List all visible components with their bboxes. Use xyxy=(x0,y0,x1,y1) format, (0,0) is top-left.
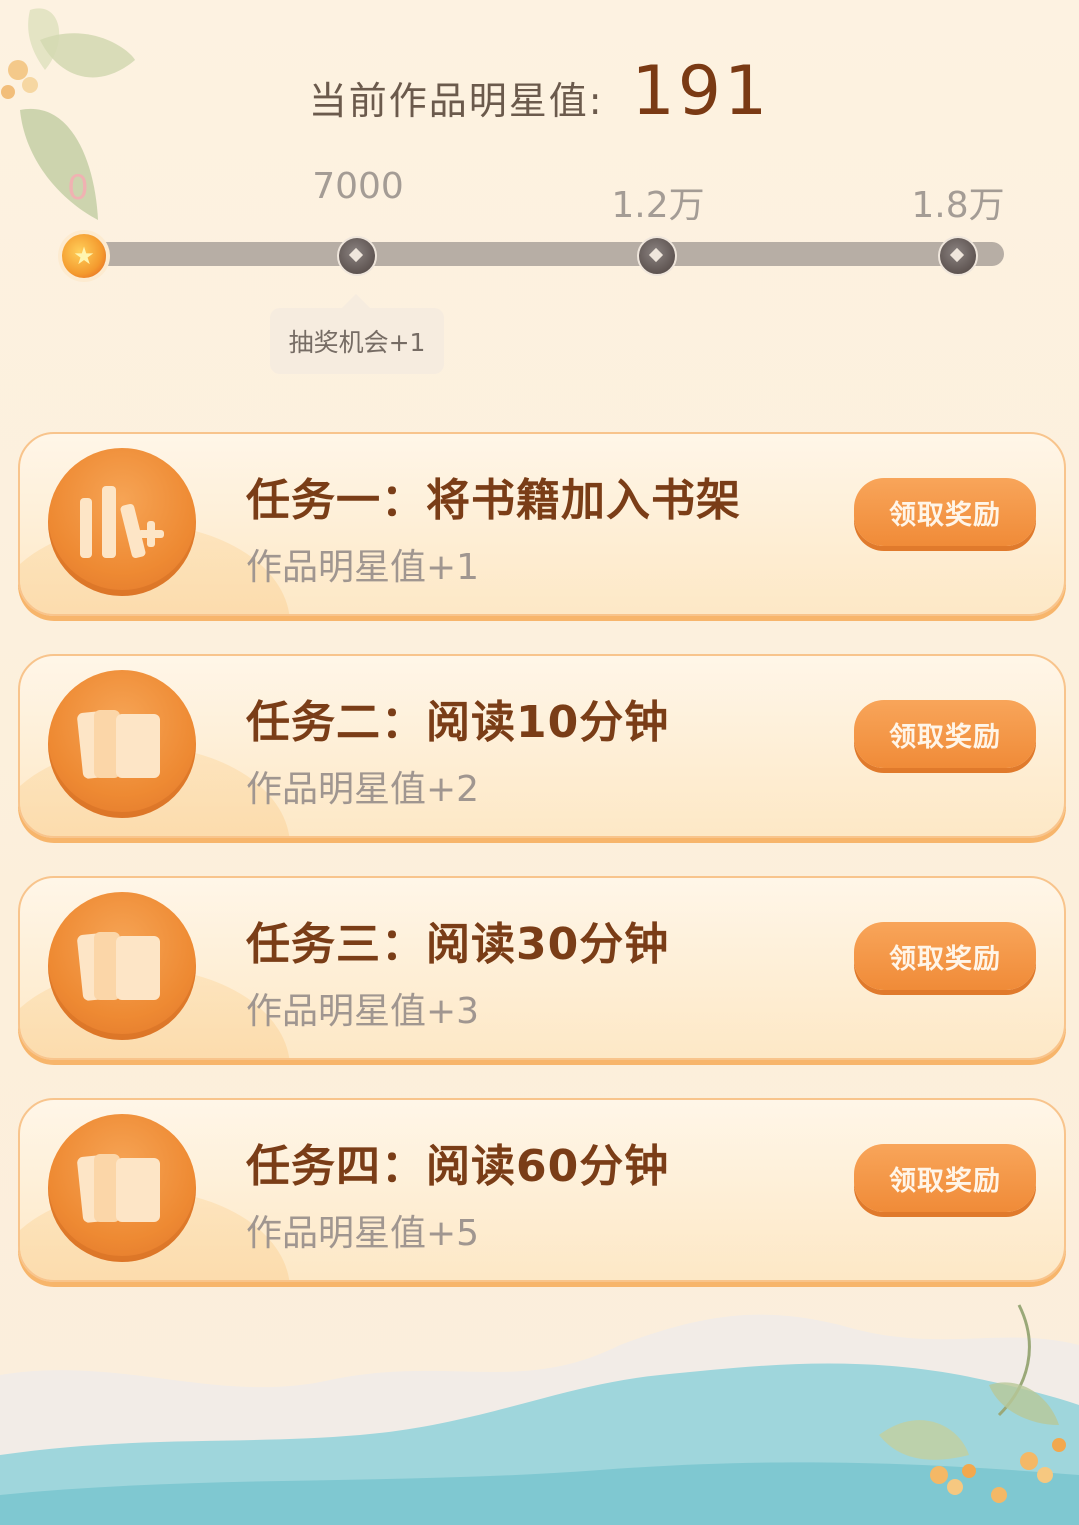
task-card: 任务四：阅读60分钟 作品明星值+5 领取奖励 xyxy=(18,1098,1066,1282)
progress-track xyxy=(84,242,1004,266)
milestone-label-12000: 1.2万 xyxy=(611,185,705,226)
book-icon xyxy=(48,1114,196,1262)
milestone-label-18000: 1.8万 xyxy=(911,185,1005,226)
milestone-label-7000: 7000 xyxy=(312,166,404,207)
task-card: 任务一：将书籍加入书架 作品明星值+1 领取奖励 xyxy=(18,432,1066,616)
star-score-header: 当前作品明星值: 191 xyxy=(0,52,1079,131)
claim-reward-button[interactable]: 领取奖励 xyxy=(854,700,1036,768)
star-score-label: 当前作品明星值: xyxy=(308,79,604,123)
coin-icon xyxy=(938,236,978,276)
task-title: 任务一：将书籍加入书架 xyxy=(246,475,741,526)
flower-decoration xyxy=(879,1304,1066,1503)
task-reward: 作品明星值+5 xyxy=(246,1213,480,1254)
book-icon xyxy=(48,670,196,818)
coin-icon xyxy=(637,236,677,276)
task-title: 任务二：阅读10分钟 xyxy=(246,697,670,748)
claim-reward-button[interactable]: 领取奖励 xyxy=(854,922,1036,990)
task-title: 任务三：阅读30分钟 xyxy=(246,919,670,970)
task-reward: 作品明星值+1 xyxy=(246,547,480,588)
claim-reward-button[interactable]: 领取奖励 xyxy=(854,1144,1036,1212)
star-score-value: 191 xyxy=(631,52,771,131)
milestone-progress: 0 7000 1.2万 1.8万 ★ 抽奖机会+1 xyxy=(0,160,1079,390)
task-reward: 作品明星值+2 xyxy=(246,769,480,810)
task-card: 任务三：阅读30分钟 作品明星值+3 领取奖励 xyxy=(18,876,1066,1060)
coin-icon xyxy=(337,236,377,276)
bookshelf-add-icon xyxy=(48,448,196,596)
task-title: 任务四：阅读60分钟 xyxy=(246,1141,670,1192)
star-icon: ★ xyxy=(62,234,106,278)
milestone-label-0: 0 xyxy=(67,168,89,208)
claim-reward-button[interactable]: 领取奖励 xyxy=(854,478,1036,546)
task-card: 任务二：阅读10分钟 作品明星值+2 领取奖励 xyxy=(18,654,1066,838)
book-icon xyxy=(48,892,196,1040)
reward-tooltip: 抽奖机会+1 xyxy=(270,294,444,374)
task-reward: 作品明星值+3 xyxy=(246,991,480,1032)
task-list: 任务一：将书籍加入书架 作品明星值+1 领取奖励 任务二：阅读10分钟 作品明星… xyxy=(18,432,1066,1320)
task-page: 当前作品明星值: 191 0 7000 1.2万 1.8万 ★ 抽奖机会+1 任… xyxy=(0,0,1079,1525)
